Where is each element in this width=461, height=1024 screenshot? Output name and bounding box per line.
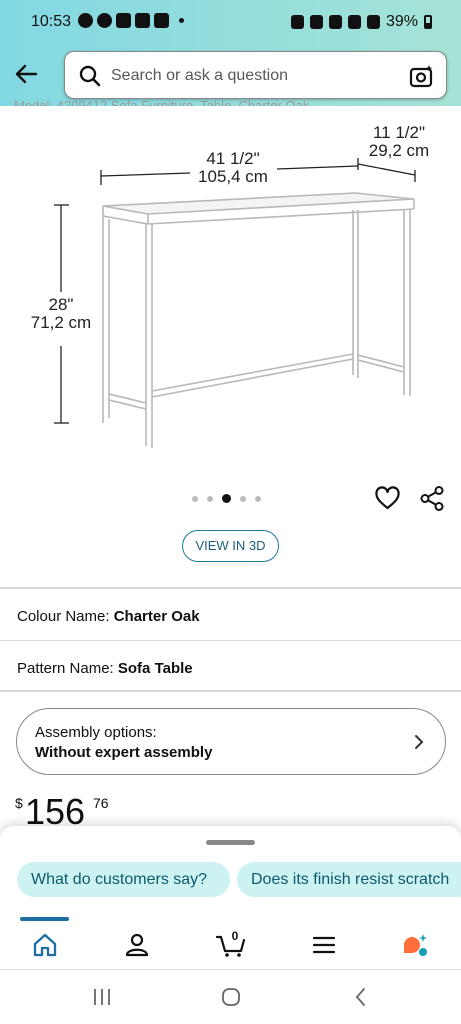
mail-icon	[135, 13, 150, 28]
whatsapp-icon	[78, 13, 93, 28]
alarm-icon	[309, 15, 323, 29]
colour-attribute: Colour Name: Charter Oak	[17, 608, 200, 625]
price-symbol: $	[15, 795, 23, 811]
recents-icon[interactable]	[91, 987, 113, 1007]
search-placeholder: Search or ask a question	[111, 67, 288, 84]
view-in-3d-button[interactable]: VIEW IN 3D	[182, 530, 279, 562]
search-icon	[79, 65, 101, 87]
pattern-value: Sofa Table	[117, 660, 193, 677]
status-time: 10:53	[31, 13, 72, 30]
assembly-options-button[interactable]: Assembly options: Without expert assembl…	[16, 708, 446, 775]
app-header: 10:53 39% Search or ask a question	[0, 0, 461, 106]
suggestion-sheet: What do customers say? Does its finish r…	[0, 826, 461, 920]
camera-search-icon[interactable]	[409, 63, 435, 89]
depth-dimension-label: 11 1/2" 29,2 cm	[360, 124, 438, 160]
share-icon[interactable]	[419, 485, 446, 512]
height-inches: 28"	[48, 295, 74, 314]
carousel-dot[interactable]	[255, 495, 261, 502]
suggestion-chip[interactable]: Does its finish resist scratch	[237, 862, 461, 897]
colour-value: Charter Oak	[113, 608, 200, 625]
rufus-icon[interactable]	[402, 932, 428, 958]
heart-icon[interactable]	[374, 485, 401, 512]
mute-icon	[328, 15, 342, 29]
width-inches: 41 1/2"	[206, 149, 260, 168]
price-fraction: 76	[93, 795, 109, 811]
system-status-icons: 39%	[290, 13, 432, 31]
more-notifications-icon	[179, 18, 184, 23]
height-dimension-label: 28" 71,2 cm	[22, 296, 100, 332]
colour-label: Colour Name:	[17, 608, 110, 625]
active-tab-indicator	[20, 917, 69, 921]
system-nav-bar	[0, 970, 461, 1024]
carousel-dot[interactable]	[192, 495, 198, 502]
divider	[0, 587, 461, 589]
suggestion-chip[interactable]: What do customers say?	[17, 862, 230, 897]
assembly-title: Assembly options:	[35, 724, 157, 741]
chevron-right-icon	[415, 735, 424, 749]
width-cm: 105,4 cm	[198, 167, 268, 186]
excel-icon	[154, 13, 169, 28]
carousel-dot[interactable]	[207, 495, 213, 502]
account-icon[interactable]	[124, 932, 150, 958]
back-chevron-icon[interactable]	[350, 987, 372, 1007]
home-circle-icon[interactable]	[220, 987, 242, 1007]
width-dimension-label: 41 1/2" 105,4 cm	[188, 150, 278, 186]
sheet-handle[interactable]	[206, 840, 255, 845]
mail-icon	[116, 13, 131, 28]
carousel-dot[interactable]	[240, 495, 246, 502]
carousel-dot-active[interactable]	[222, 494, 231, 503]
back-arrow-icon[interactable]	[12, 60, 40, 88]
divider	[0, 640, 461, 641]
divider	[0, 690, 461, 692]
vpn-icon	[290, 15, 304, 29]
product-image[interactable]: 41 1/2" 105,4 cm 11 1/2" 29,2 cm 28" 71,…	[0, 106, 461, 480]
cart-count: 0	[231, 929, 239, 943]
status-bar: 10:53 39%	[0, 0, 461, 44]
bottom-nav	[0, 917, 461, 970]
wifi-icon	[347, 15, 361, 29]
pattern-label: Pattern Name:	[17, 660, 114, 677]
carousel-indicator[interactable]	[192, 494, 261, 503]
messenger-icon	[97, 13, 112, 28]
partial-model-text: Model: 4209412 Sofa Furniture, Table, Ch…	[14, 98, 310, 106]
battery-percent: 39%	[385, 13, 418, 30]
home-icon[interactable]	[32, 932, 58, 958]
height-cm: 71,2 cm	[30, 313, 92, 332]
search-input[interactable]: Search or ask a question	[64, 51, 447, 99]
signal-icon	[366, 15, 380, 29]
pattern-attribute: Pattern Name: Sofa Table	[17, 660, 193, 677]
battery-icon	[424, 15, 432, 29]
depth-cm: 29,2 cm	[368, 141, 430, 160]
depth-inches: 11 1/2"	[372, 123, 426, 142]
notification-icons	[78, 13, 184, 28]
assembly-value: Without expert assembly	[35, 744, 213, 761]
menu-icon[interactable]	[311, 932, 337, 958]
